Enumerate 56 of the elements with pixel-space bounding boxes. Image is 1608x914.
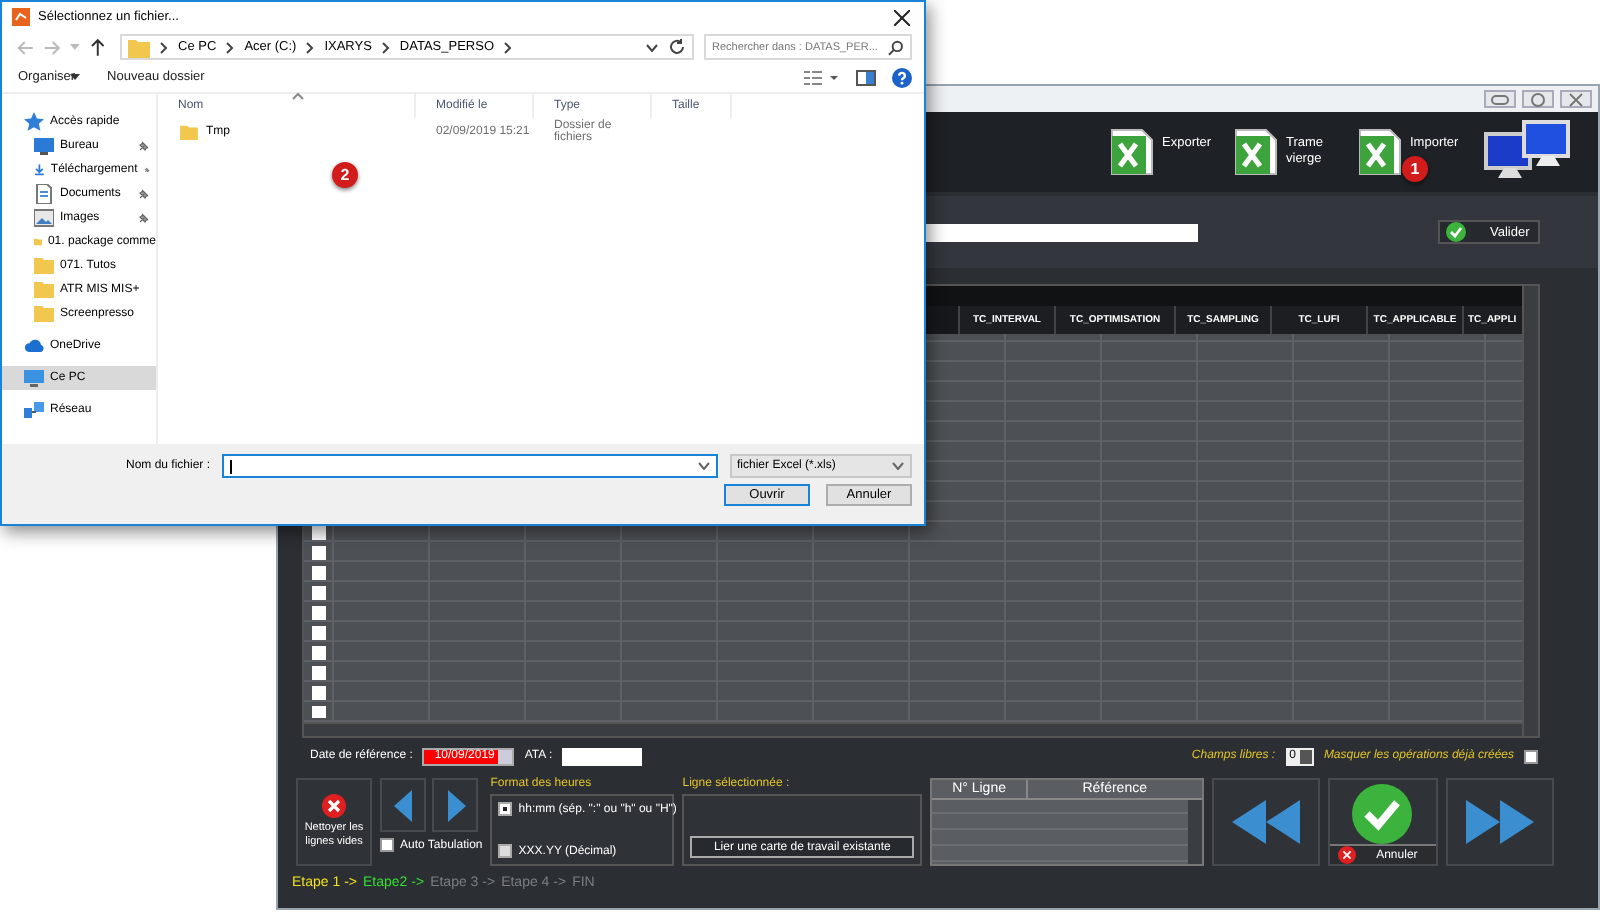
rewind-button[interactable] <box>1211 778 1321 866</box>
pc-icon <box>24 368 44 388</box>
help-icon[interactable] <box>892 67 912 87</box>
chevron-icon <box>381 41 390 53</box>
fast-forward-button[interactable] <box>1445 778 1554 866</box>
hide-created-checkbox[interactable] <box>1524 749 1538 763</box>
document-icon <box>34 184 54 204</box>
caret-icon <box>892 462 904 470</box>
horizontal-scrollbar[interactable] <box>304 722 1522 736</box>
step-badge: 2 <box>332 162 358 188</box>
folder-icon <box>128 37 151 57</box>
vertical-scrollbar[interactable] <box>1187 800 1202 864</box>
folder-icon <box>180 123 198 139</box>
auto-tab-checkbox[interactable] <box>380 838 394 852</box>
network-icon <box>24 400 44 420</box>
radio-button[interactable] <box>498 802 513 816</box>
check-icon <box>1446 222 1466 242</box>
up-icon[interactable] <box>90 38 107 56</box>
download-icon <box>34 160 45 180</box>
delete-icon <box>322 794 346 818</box>
chevron-icon <box>306 41 315 53</box>
ata-field[interactable] <box>562 747 643 765</box>
fast-forward-icon <box>1465 800 1534 844</box>
chevron-icon <box>160 41 169 53</box>
right-arrow-icon <box>445 789 465 821</box>
step-badge: 1 <box>1402 156 1428 182</box>
search-icon <box>888 39 904 55</box>
app-icon <box>12 8 30 26</box>
vertical-scrollbar[interactable] <box>1522 286 1538 736</box>
confirm-icon[interactable] <box>1350 784 1415 844</box>
minimize-button[interactable] <box>1484 90 1516 108</box>
close-icon[interactable] <box>894 9 910 25</box>
caret-icon[interactable] <box>646 43 658 51</box>
maximize-button[interactable] <box>1522 90 1554 108</box>
excel-file-button[interactable] <box>1110 128 1154 176</box>
chevron-icon <box>226 41 235 53</box>
next-button[interactable] <box>432 778 478 832</box>
excel-file-button[interactable] <box>1358 128 1402 176</box>
cancel-icon <box>1338 846 1357 864</box>
chevron-icon <box>504 41 512 53</box>
left-arrow-icon <box>393 789 413 821</box>
cloud-icon <box>24 336 44 356</box>
view-options-icon[interactable] <box>804 69 840 85</box>
desktop-icon <box>34 136 54 156</box>
filename-field[interactable] <box>222 454 718 478</box>
close-button[interactable] <box>1560 90 1592 108</box>
refresh-icon[interactable] <box>668 38 686 56</box>
preview-pane-icon[interactable] <box>856 69 876 85</box>
sort-caret-icon <box>292 92 304 100</box>
radio-button[interactable] <box>498 844 513 858</box>
image-icon <box>34 208 54 228</box>
previous-button[interactable] <box>380 778 426 832</box>
star-icon <box>24 112 44 132</box>
excel-file-button[interactable] <box>1234 128 1278 176</box>
rewind-icon <box>1231 800 1300 844</box>
caret-icon[interactable] <box>697 462 710 470</box>
